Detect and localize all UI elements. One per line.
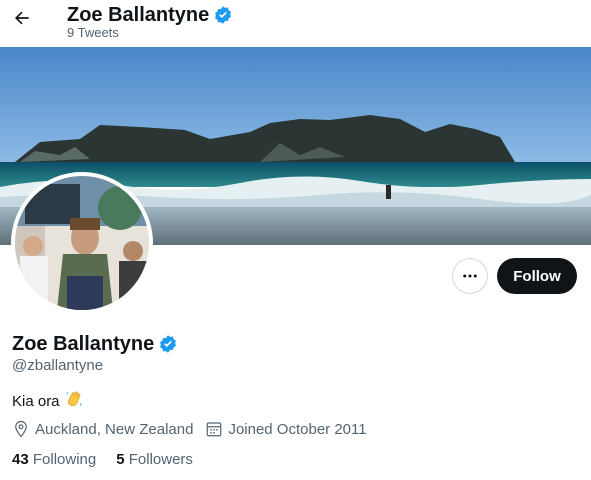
join-date-text: Joined October 2011 (228, 420, 367, 438)
top-bar: Zoe Ballantyne 9 Tweets (0, 0, 591, 47)
profile-name: Zoe Ballantyne (12, 333, 155, 355)
profile-bio: Kia ora (12, 389, 84, 413)
more-options-button[interactable] (452, 258, 488, 294)
location: Auckland, New Zealand (12, 420, 193, 438)
verified-badge-icon (213, 5, 233, 25)
profile-stats: 43 Following 5 Followers (12, 451, 213, 468)
following-link[interactable]: 43 Following (12, 451, 96, 468)
follow-button[interactable]: Follow (497, 258, 577, 294)
profile-name-row: Zoe Ballantyne (12, 332, 178, 356)
join-date: Joined October 2011 (205, 420, 367, 438)
followers-link[interactable]: 5 Followers (116, 451, 193, 468)
followers-count: 5 (116, 451, 125, 468)
avatar[interactable] (11, 172, 153, 314)
profile-meta: Auckland, New Zealand Joined October 201… (12, 420, 379, 438)
profile-handle: @zballantyne (12, 357, 104, 374)
back-button[interactable] (8, 4, 36, 32)
location-pin-icon (15, 420, 27, 438)
calendar-icon (207, 422, 222, 437)
location-text: Auckland, New Zealand (35, 420, 194, 438)
more-icon (463, 274, 477, 278)
bio-text: Kia ora (12, 392, 60, 410)
arrow-left-icon (15, 11, 29, 25)
followers-label: Followers (128, 451, 193, 468)
tweet-count: 9 Tweets (67, 25, 119, 40)
header-name: Zoe Ballantyne (67, 4, 210, 26)
verified-badge-icon (158, 334, 178, 354)
following-label: Following (32, 451, 97, 468)
header-title: Zoe Ballantyne (67, 3, 233, 27)
following-count: 43 (12, 451, 29, 468)
waving-hand-emoji (64, 389, 84, 413)
